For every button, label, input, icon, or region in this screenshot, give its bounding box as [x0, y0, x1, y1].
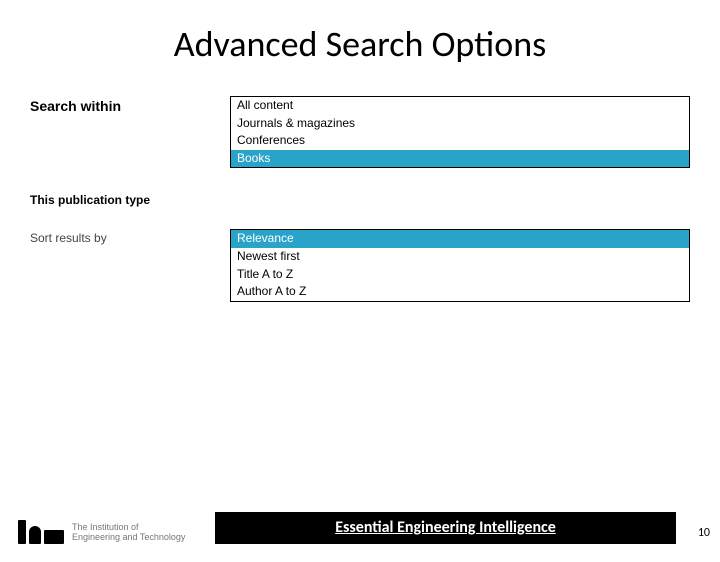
- footer: The Institution of Engineering and Techn…: [0, 512, 720, 544]
- iet-logo-text: The Institution of Engineering and Techn…: [72, 522, 185, 543]
- list-item[interactable]: Conferences: [231, 132, 689, 150]
- list-item[interactable]: Title A to Z: [231, 266, 689, 284]
- search-within-row: Search within All content Journals & mag…: [30, 96, 690, 168]
- logo-line2: Engineering and Technology: [72, 532, 185, 542]
- logo-line1: The Institution of: [72, 522, 185, 532]
- page-number: 10: [676, 526, 720, 544]
- list-item[interactable]: Journals & magazines: [231, 115, 689, 133]
- search-within-listbox[interactable]: All content Journals & magazines Confere…: [230, 96, 690, 168]
- search-options-area: Search within All content Journals & mag…: [0, 96, 720, 302]
- list-item[interactable]: Newest first: [231, 248, 689, 266]
- search-within-label: Search within: [30, 96, 230, 114]
- sort-by-listbox[interactable]: Relevance Newest first Title A to Z Auth…: [230, 229, 690, 301]
- list-item-selected[interactable]: Books: [231, 150, 689, 168]
- sort-by-row: Sort results by Relevance Newest first T…: [30, 229, 690, 301]
- footer-bar: Essential Engineering Intelligence: [215, 512, 676, 544]
- iet-logo: The Institution of Engineering and Techn…: [0, 520, 215, 544]
- list-item[interactable]: Author A to Z: [231, 283, 689, 301]
- sort-by-label: Sort results by: [30, 229, 230, 245]
- pub-type-label: This publication type: [30, 190, 230, 207]
- page-title: Advanced Search Options: [0, 22, 720, 66]
- iet-logo-mark: [18, 520, 64, 544]
- list-item-selected[interactable]: Relevance: [231, 230, 689, 248]
- pub-type-row: This publication type: [30, 190, 690, 207]
- list-item[interactable]: All content: [231, 97, 689, 115]
